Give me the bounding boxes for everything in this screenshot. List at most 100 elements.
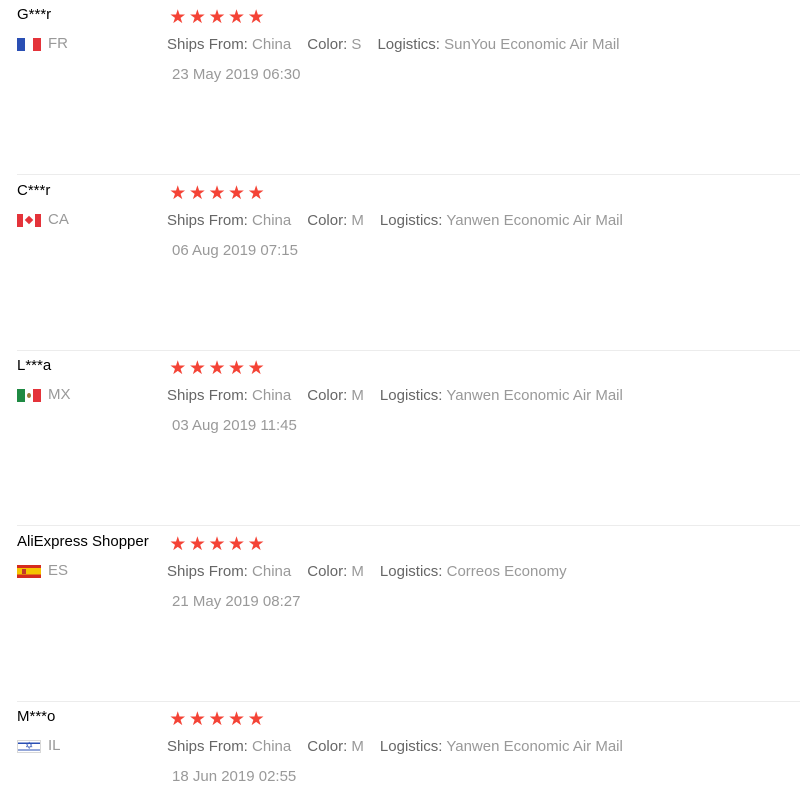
reviewer-info: AliExpress Shopper ES	[17, 532, 165, 580]
reviewer-info: C***r CA	[17, 181, 165, 229]
reviewer-country: ES	[17, 562, 165, 580]
star-icon: ★	[188, 357, 206, 379]
spain-flag-icon	[17, 564, 41, 578]
country-code: ES	[48, 562, 69, 579]
reviewer-name: G***r	[17, 6, 52, 23]
color-label: Color:	[307, 563, 348, 580]
star-icon: ★	[169, 182, 187, 204]
review-date: 21 May 2019 08:27	[172, 593, 301, 610]
star-rating: ★ ★ ★ ★ ★	[168, 183, 266, 203]
star-icon: ★	[228, 533, 246, 555]
ships-from-value: China	[252, 738, 292, 755]
star-rating: ★ ★ ★ ★ ★	[168, 7, 266, 27]
star-icon: ★	[169, 6, 187, 28]
order-info: Ships From: China Color: M Logistics: Ya…	[167, 737, 639, 757]
order-info: Ships From: China Color: M Logistics: Ya…	[167, 386, 639, 406]
color-label: Color:	[307, 738, 348, 755]
star-icon: ★	[188, 6, 206, 28]
review-item: AliExpress Shopper ES ★ ★ ★ ★ ★ Ships Fr…	[0, 527, 800, 702]
order-info: Ships From: China Color: M Logistics: Co…	[167, 562, 583, 582]
color-value: M	[351, 563, 364, 580]
logistics-value: Yanwen Economic Air Mail	[446, 387, 623, 404]
star-icon: ★	[228, 182, 246, 204]
israel-flag-icon	[17, 739, 41, 753]
star-icon: ★	[188, 708, 206, 730]
review-date: 03 Aug 2019 11:45	[172, 417, 297, 434]
review-item: M***o IL ★ ★ ★ ★ ★ Ships From: China Col…	[0, 702, 800, 800]
star-rating: ★ ★ ★ ★ ★	[168, 709, 266, 729]
star-icon: ★	[208, 357, 226, 379]
star-rating: ★ ★ ★ ★ ★	[168, 358, 266, 378]
review-date: 06 Aug 2019 07:15	[172, 242, 298, 259]
star-icon: ★	[247, 533, 265, 555]
reviewer-name: M***o	[17, 708, 56, 725]
logistics-label: Logistics:	[377, 36, 440, 53]
star-icon: ★	[208, 533, 226, 555]
ships-from-value: China	[252, 212, 292, 229]
color-value: S	[351, 36, 362, 53]
color-label: Color:	[307, 36, 348, 53]
ships-from-value: China	[252, 387, 292, 404]
star-rating: ★ ★ ★ ★ ★	[168, 534, 266, 554]
logistics-value: Yanwen Economic Air Mail	[446, 212, 623, 229]
reviewer-country: FR	[17, 35, 165, 53]
star-icon: ★	[188, 533, 206, 555]
reviewer-info: G***r FR	[17, 5, 165, 53]
mexico-flag-icon	[17, 388, 41, 402]
star-icon: ★	[228, 6, 246, 28]
reviewer-name: C***r	[17, 182, 51, 199]
logistics-label: Logistics:	[379, 738, 443, 755]
star-icon: ★	[208, 6, 226, 28]
review-item: L***a MX ★ ★ ★ ★ ★ Ships From: China Col…	[0, 351, 800, 526]
star-icon: ★	[208, 708, 226, 730]
reviewer-name: AliExpress Shopper	[17, 533, 149, 550]
review-item: C***r CA ★ ★ ★ ★ ★ Ships From: China Col…	[0, 176, 800, 351]
ships-from-value: China	[252, 563, 292, 580]
reviewer-country: IL	[17, 737, 165, 755]
logistics-value: Correos Economy	[446, 563, 567, 580]
review-date: 18 Jun 2019 02:55	[172, 768, 297, 785]
star-icon: ★	[188, 182, 206, 204]
review-list: G***r FR ★ ★ ★ ★ ★ Ships From: China Col…	[0, 0, 800, 800]
country-code: FR	[48, 35, 68, 52]
color-label: Color:	[307, 212, 348, 229]
star-icon: ★	[169, 533, 187, 555]
reviewer-info: L***a MX	[17, 356, 165, 404]
divider	[17, 174, 800, 175]
star-icon: ★	[247, 6, 265, 28]
star-icon: ★	[247, 357, 265, 379]
star-icon: ★	[247, 708, 265, 730]
ships-from-label: Ships From:	[167, 563, 248, 580]
france-flag-icon	[17, 37, 41, 51]
canada-flag-icon	[17, 213, 41, 227]
logistics-value: SunYou Economic Air Mail	[444, 36, 620, 53]
reviewer-country: MX	[17, 386, 165, 404]
reviewer-name: L***a	[17, 357, 52, 374]
order-info: Ships From: China Color: M Logistics: Ya…	[167, 211, 639, 231]
logistics-label: Logistics:	[379, 387, 443, 404]
reviewer-info: M***o IL	[17, 707, 165, 755]
ships-from-value: China	[252, 36, 292, 53]
reviewer-country: CA	[17, 211, 165, 229]
color-label: Color:	[307, 387, 348, 404]
logistics-label: Logistics:	[379, 563, 443, 580]
order-info: Ships From: China Color: S Logistics: Su…	[167, 35, 636, 55]
star-icon: ★	[169, 357, 187, 379]
star-icon: ★	[247, 182, 265, 204]
color-value: M	[351, 212, 364, 229]
review-item: G***r FR ★ ★ ★ ★ ★ Ships From: China Col…	[0, 0, 800, 175]
color-value: M	[351, 387, 364, 404]
logistics-value: Yanwen Economic Air Mail	[446, 738, 623, 755]
star-icon: ★	[169, 708, 187, 730]
country-code: IL	[48, 737, 61, 754]
country-code: MX	[48, 386, 71, 403]
country-code: CA	[48, 211, 69, 228]
star-icon: ★	[208, 182, 226, 204]
ships-from-label: Ships From:	[167, 36, 248, 53]
star-icon: ★	[228, 357, 246, 379]
star-icon: ★	[228, 708, 246, 730]
ships-from-label: Ships From:	[167, 387, 248, 404]
ships-from-label: Ships From:	[167, 212, 248, 229]
color-value: M	[351, 738, 364, 755]
ships-from-label: Ships From:	[167, 738, 248, 755]
